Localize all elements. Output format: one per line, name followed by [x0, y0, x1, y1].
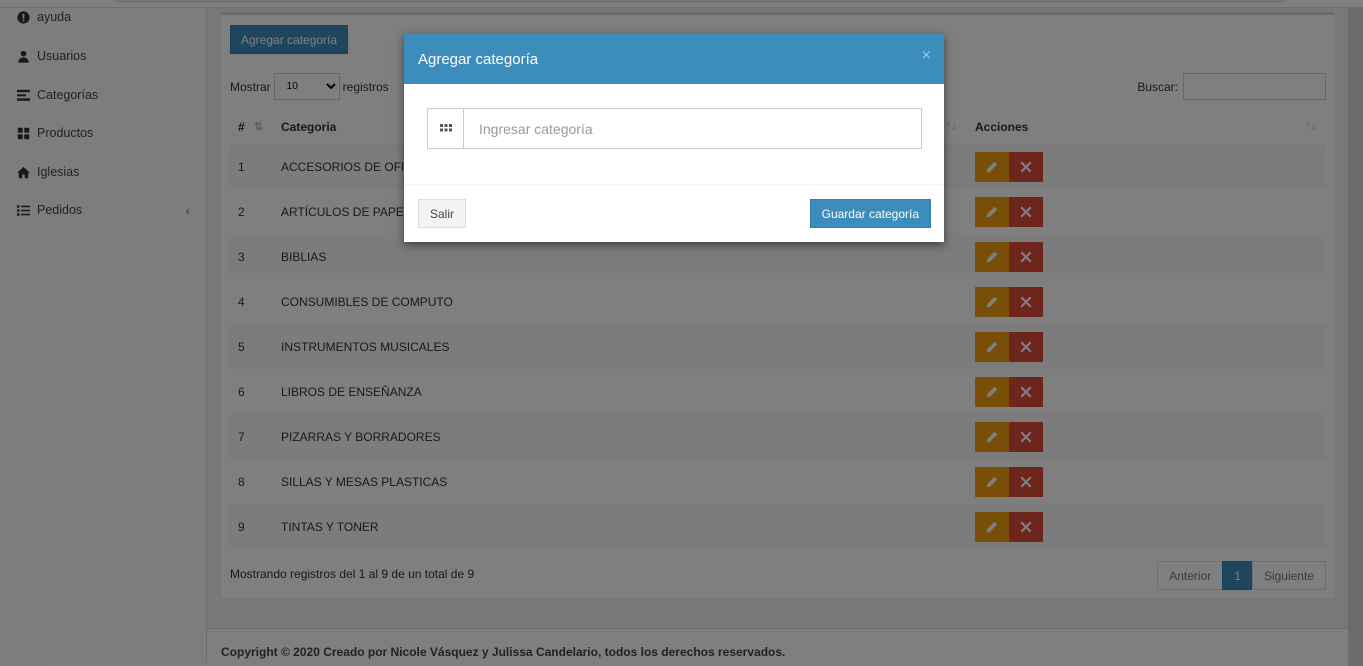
close-icon[interactable]: ×	[922, 47, 931, 65]
category-input-group	[427, 108, 922, 149]
category-name-input[interactable]	[464, 109, 921, 148]
scrollbar[interactable]	[1348, 8, 1363, 666]
modal-header: Agregar categoría ×	[404, 34, 944, 84]
add-category-modal: Agregar categoría × Salir Guardar catego…	[404, 34, 944, 242]
exit-button[interactable]: Salir	[418, 199, 467, 228]
modal-title: Agregar categoría	[418, 51, 539, 68]
save-category-button[interactable]: Guardar categoría	[809, 199, 931, 228]
modal-footer: Salir Guardar categoría	[404, 185, 944, 242]
grid-icon	[428, 109, 464, 148]
modal-body	[404, 84, 944, 185]
